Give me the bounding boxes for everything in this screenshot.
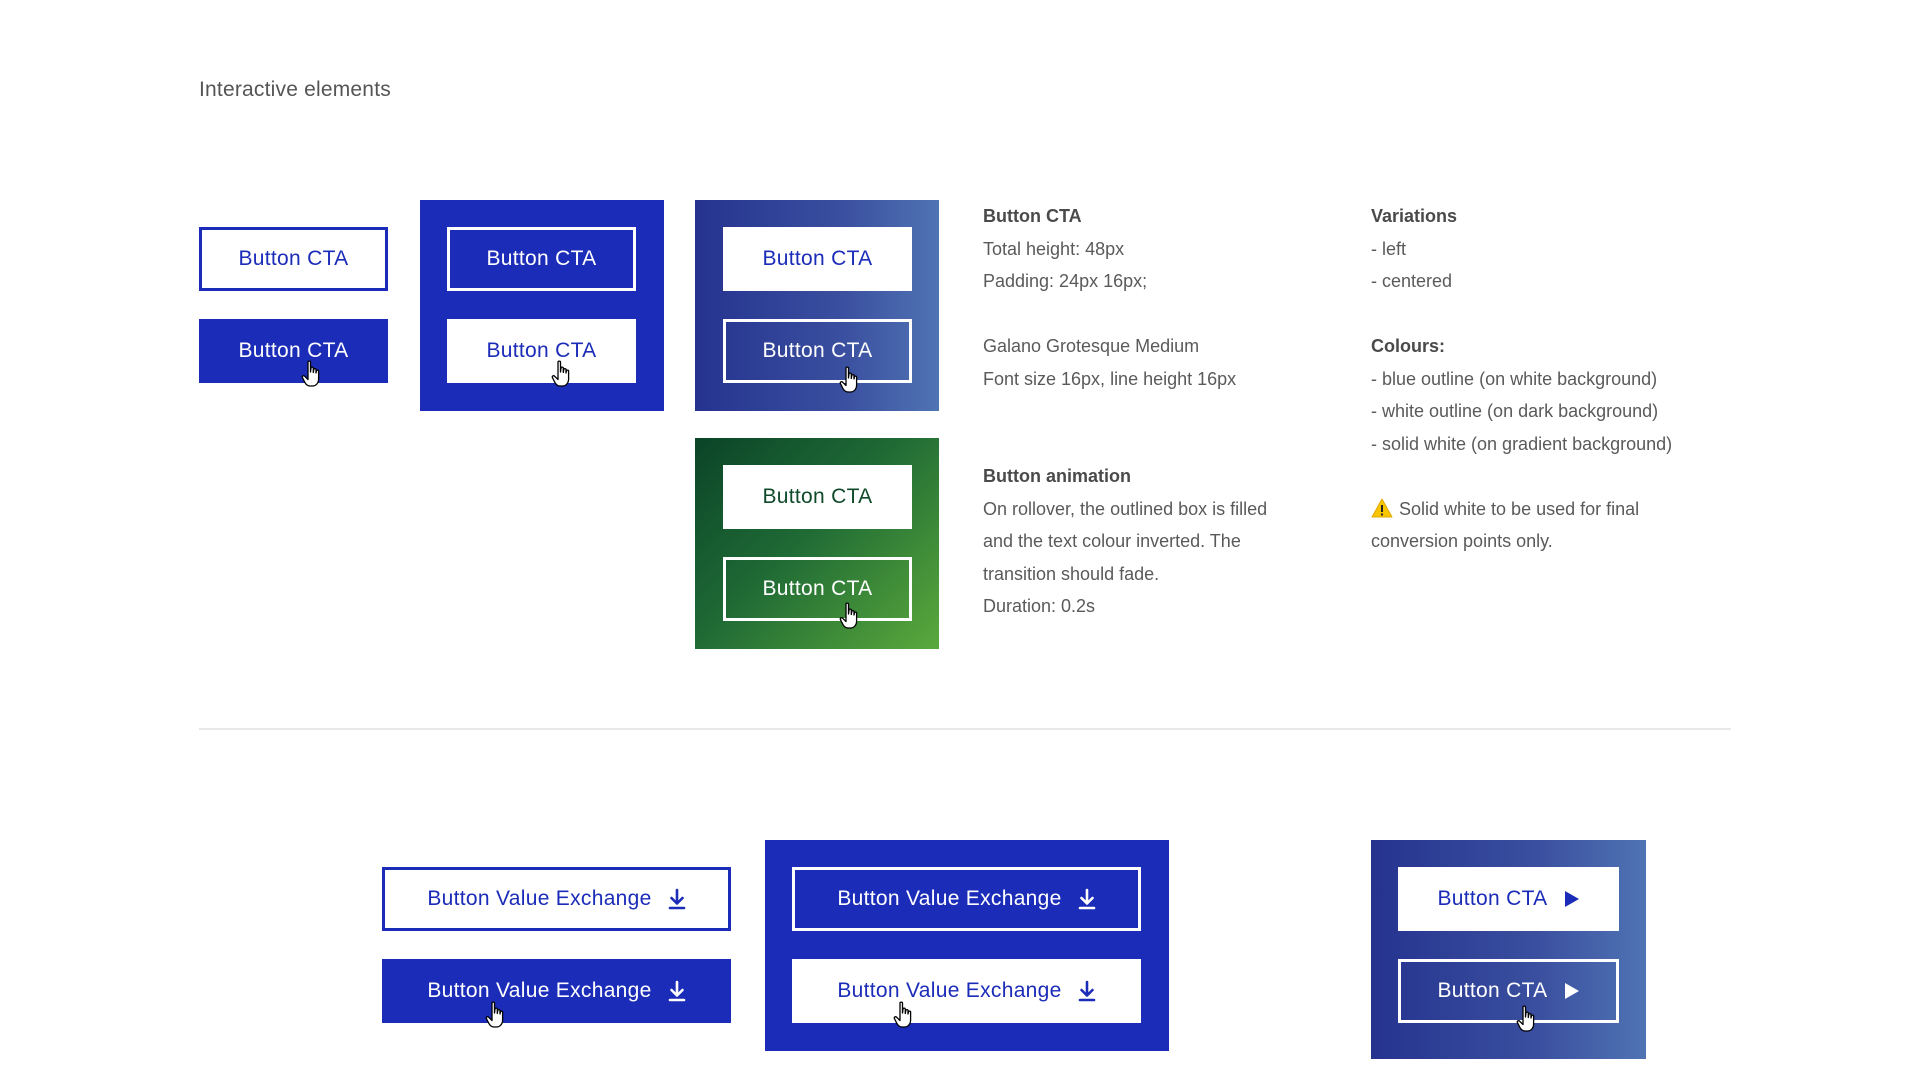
warning-line: conversion points only.: [1371, 531, 1553, 551]
button-cta-solid-blue-hover[interactable]: Button CTA: [199, 319, 388, 383]
download-icon: [668, 980, 686, 1002]
colour-item: - white outline (on dark background): [1371, 401, 1659, 421]
warning-line: Solid white to be used for final: [1399, 498, 1640, 519]
button-value-exchange-outline-blue[interactable]: Button Value Exchange: [382, 867, 731, 931]
button-value-exchange-solid-blue-hover[interactable]: Button Value Exchange: [382, 959, 731, 1023]
button-cta-outline-white[interactable]: Button CTA: [447, 227, 636, 291]
button-cta-outline-white-green-hover[interactable]: Button CTA: [723, 557, 912, 621]
button-label: Button Value Exchange: [837, 887, 1062, 910]
section-title: Interactive elements: [199, 78, 391, 101]
button-cta-solid-white[interactable]: Button CTA: [723, 227, 912, 291]
spec-font-name: Galano Grotesque Medium: [983, 336, 1200, 356]
colour-item: - blue outline (on white background): [1371, 368, 1658, 389]
spec-notes: Button CTA Total height: 48px Padding: 2…: [983, 200, 1267, 623]
button-label: Button CTA: [762, 485, 873, 508]
spec-padding: Padding: 24px 16px;: [983, 271, 1148, 291]
animation-line: and the text colour inverted. The: [983, 531, 1241, 551]
spec-title: Button CTA: [983, 206, 1082, 226]
button-label: Button CTA: [238, 339, 349, 362]
download-icon: [1078, 980, 1096, 1002]
variation-item: - centered: [1371, 271, 1453, 291]
animation-line: On rollover, the outlined box is filled: [983, 498, 1268, 519]
button-value-exchange-outline-white[interactable]: Button Value Exchange: [792, 867, 1141, 931]
spec-font-size: Font size 16px, line height 16px: [983, 368, 1237, 389]
warning-icon: [1371, 498, 1393, 517]
button-label: Button CTA: [486, 339, 597, 362]
button-label: Button Value Exchange: [837, 979, 1062, 1002]
button-cta-play-outline-white-hover[interactable]: Button CTA: [1398, 959, 1619, 1023]
animation-line: transition should fade.: [983, 563, 1160, 584]
button-label: Button Value Exchange: [427, 979, 652, 1002]
button-label: Button Value Exchange: [427, 887, 652, 910]
colours-title: Colours:: [1371, 336, 1445, 356]
download-icon: [668, 888, 686, 910]
button-cta-outline-blue[interactable]: Button CTA: [199, 227, 388, 291]
download-icon: [1078, 888, 1096, 910]
variation-item: - left: [1371, 238, 1407, 259]
variations-title: Variations: [1371, 206, 1458, 226]
button-label: Button CTA: [238, 247, 349, 270]
section-divider: [199, 728, 1731, 730]
button-cta-outline-white-hover[interactable]: Button CTA: [723, 319, 912, 383]
warning-note: Solid white to be used for final: [1371, 493, 1672, 526]
variation-notes: Variations - left - centered Colours: - …: [1371, 200, 1672, 558]
animation-line: Duration: 0.2s: [983, 596, 1096, 616]
button-label: Button CTA: [486, 247, 597, 270]
spec-total-height: Total height: 48px: [983, 238, 1125, 259]
animation-title: Button animation: [983, 466, 1131, 486]
button-value-exchange-solid-white-hover[interactable]: Button Value Exchange: [792, 959, 1141, 1023]
colour-item: - solid white (on gradient background): [1371, 433, 1673, 454]
button-label: Button CTA: [1437, 979, 1548, 1002]
button-label: Button CTA: [762, 577, 873, 600]
button-cta-solid-white-green[interactable]: Button CTA: [723, 465, 912, 529]
play-icon: [1564, 982, 1580, 1000]
button-cta-play-solid-white[interactable]: Button CTA: [1398, 867, 1619, 931]
button-label: Button CTA: [762, 247, 873, 270]
button-label: Button CTA: [1437, 887, 1548, 910]
button-label: Button CTA: [762, 339, 873, 362]
play-icon: [1564, 890, 1580, 908]
button-cta-solid-white-hover[interactable]: Button CTA: [447, 319, 636, 383]
